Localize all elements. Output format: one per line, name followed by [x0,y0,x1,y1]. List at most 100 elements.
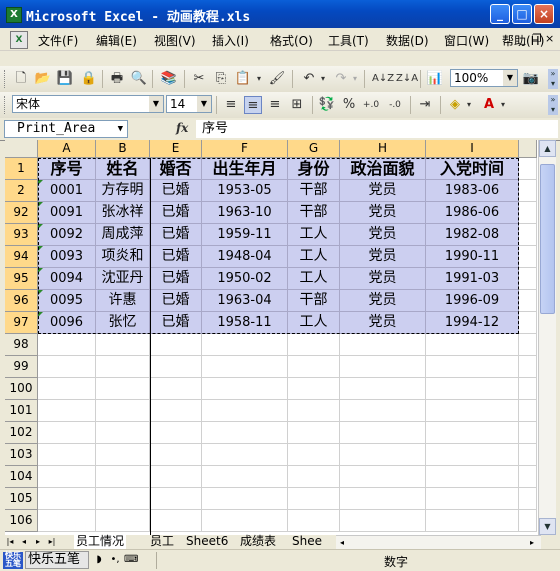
ime-punctuation-icon[interactable]: •, [108,552,122,568]
table-cell[interactable]: 张冰祥 [96,202,150,224]
cut-icon[interactable]: ✂ [190,70,208,88]
row-header[interactable]: 96 [5,290,38,312]
table-cell[interactable] [38,356,96,378]
column-header[interactable]: A [38,140,96,158]
table-cell[interactable] [519,466,537,488]
column-header[interactable]: I [426,140,519,158]
table-cell[interactable] [426,510,519,532]
chevron-down-icon[interactable]: ▼ [197,96,211,112]
worksheet-grid[interactable]: A B E F G H I 1 序号 姓名 婚否 出生年月 身份 政治面貌 入党时间 2 0001 方存明 已婚 19… [5,140,538,535]
table-cell[interactable] [202,444,288,466]
copy-icon[interactable]: ⎘ [212,70,230,88]
table-cell[interactable]: 已婚 [150,224,202,246]
row-header[interactable]: 94 [5,246,38,268]
ime-moon-icon[interactable]: ◗ [92,552,106,568]
row-header[interactable]: 99 [5,356,38,378]
table-cell[interactable]: 已婚 [150,290,202,312]
table-cell[interactable]: 1986-06 [426,202,519,224]
table-cell[interactable]: 0094 [38,268,96,290]
table-cell[interactable] [519,158,537,180]
decrease-decimal-icon[interactable]: -.0 [386,96,404,114]
select-all-corner[interactable] [5,140,38,158]
table-cell[interactable] [38,444,96,466]
horizontal-scrollbar[interactable]: ◂ ▸ [336,535,541,549]
table-cell[interactable]: 党员 [340,246,426,268]
align-left-icon[interactable]: ≡ [222,96,240,114]
table-cell[interactable]: 方存明 [96,180,150,202]
table-cell[interactable] [150,510,202,532]
table-cell[interactable]: 党员 [340,180,426,202]
column-header[interactable]: E [150,140,202,158]
table-cell[interactable] [288,422,340,444]
table-cell[interactable] [150,466,202,488]
table-cell[interactable]: 干部 [288,180,340,202]
table-cell[interactable] [150,444,202,466]
table-cell[interactable] [150,400,202,422]
zoom-select[interactable]: 100% ▼ [450,69,518,87]
table-cell[interactable] [288,378,340,400]
table-cell[interactable]: 1963-04 [202,290,288,312]
row-header[interactable]: 2 [5,180,38,202]
table-cell[interactable] [426,422,519,444]
table-cell[interactable] [288,400,340,422]
last-sheet-icon[interactable]: ▸| [46,535,58,549]
undo-dropdown-icon[interactable]: ▾ [318,70,328,88]
table-cell[interactable]: 已婚 [150,246,202,268]
camera-icon[interactable]: 📷 [522,70,540,88]
table-cell[interactable] [340,510,426,532]
menu-item[interactable]: 窗口(W) [444,32,489,49]
sort-ascending-icon[interactable]: A↓Z [372,70,394,88]
redo-icon[interactable]: ↷ [332,70,350,88]
print-preview-icon[interactable]: 🔍 [130,70,148,88]
table-cell[interactable] [340,378,426,400]
table-cell[interactable] [519,334,537,356]
table-cell[interactable]: 1991-03 [426,268,519,290]
table-cell[interactable] [288,334,340,356]
table-cell[interactable] [96,422,150,444]
table-cell[interactable] [426,488,519,510]
toolbar-options-icon[interactable]: » ▾ [548,69,558,89]
mdi-close-icon[interactable]: × [545,32,554,45]
save-icon[interactable]: 💾 [56,70,74,88]
row-header[interactable]: 102 [5,422,38,444]
table-cell[interactable]: 1958-11 [202,312,288,334]
row-header[interactable]: 98 [5,334,38,356]
vertical-scrollbar[interactable]: ▲ ▼ [538,140,556,535]
ime-logo-icon[interactable]: 快乐五笔 [3,552,23,569]
sort-descending-icon[interactable]: Z↓A [396,70,418,88]
table-cell[interactable] [38,334,96,356]
table-cell[interactable] [38,378,96,400]
table-cell[interactable] [426,444,519,466]
table-cell[interactable] [150,378,202,400]
table-cell[interactable]: 干部 [288,202,340,224]
format-painter-icon[interactable]: 🖌 [268,70,286,88]
table-cell[interactable] [519,510,537,532]
ime-name[interactable]: 快乐五笔 [25,551,89,569]
table-cell[interactable] [519,356,537,378]
table-cell[interactable] [38,510,96,532]
column-header[interactable]: B [96,140,150,158]
scroll-right-icon[interactable]: ▸ [526,536,538,550]
table-cell[interactable]: 张忆 [96,312,150,334]
fill-color-icon[interactable]: ◈ [446,96,464,114]
table-cell[interactable]: 工人 [288,246,340,268]
menu-item[interactable]: 插入(I) [212,32,249,49]
table-cell[interactable]: 1948-04 [202,246,288,268]
row-header[interactable]: 93 [5,224,38,246]
row-header[interactable]: 103 [5,444,38,466]
table-cell[interactable] [202,422,288,444]
table-cell[interactable]: 0093 [38,246,96,268]
table-cell[interactable]: 1953-05 [202,180,288,202]
mdi-minimize-icon[interactable]: _ [520,32,526,45]
toolbar-grip[interactable] [4,96,8,114]
table-cell[interactable]: 1983-06 [426,180,519,202]
table-cell[interactable]: 工人 [288,312,340,334]
name-box[interactable]: Print_Area ▼ [4,120,128,138]
table-cell[interactable] [340,334,426,356]
table-cell[interactable] [519,422,537,444]
menu-item[interactable]: 文件(F) [38,32,78,49]
table-cell[interactable] [340,488,426,510]
row-header[interactable]: 92 [5,202,38,224]
table-cell[interactable] [519,378,537,400]
scroll-thumb[interactable] [540,164,555,314]
